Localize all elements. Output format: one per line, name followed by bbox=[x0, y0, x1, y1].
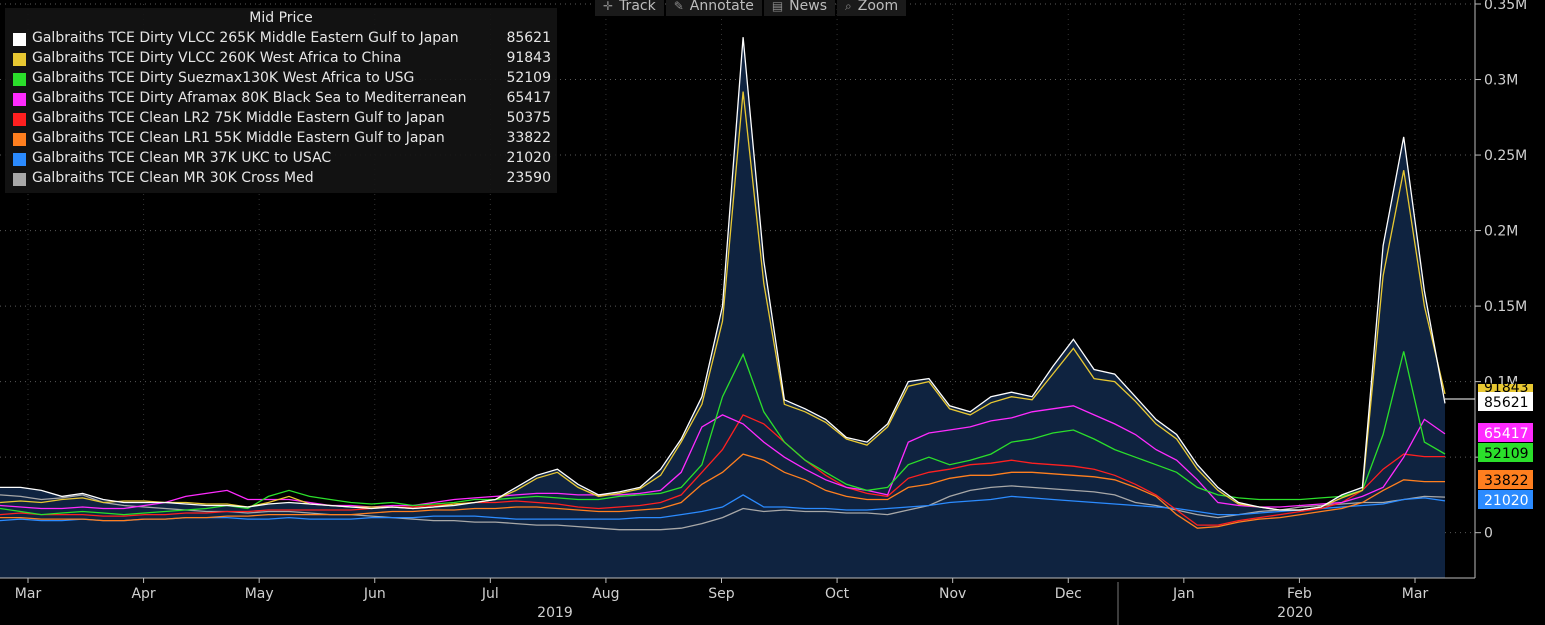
legend-series-name: Galbraiths TCE Dirty VLCC 265K Middle Ea… bbox=[32, 30, 459, 46]
legend-swatch bbox=[13, 93, 26, 106]
legend-swatch bbox=[13, 73, 26, 86]
legend-series-value: 50375 bbox=[506, 110, 551, 126]
x-tick-label-2: May bbox=[245, 586, 274, 602]
legend-series-value: 85621 bbox=[506, 30, 551, 46]
legend-item[interactable]: Galbraiths TCE Dirty VLCC 265K Middle Ea… bbox=[13, 30, 551, 50]
legend-series-value: 33822 bbox=[506, 130, 551, 146]
legend-series-name: Galbraiths TCE Clean LR2 75K Middle East… bbox=[32, 110, 445, 126]
legend-swatch bbox=[13, 113, 26, 126]
x-tick-label-1: Apr bbox=[131, 586, 155, 602]
chart-legend: Mid Price Galbraiths TCE Dirty VLCC 265K… bbox=[5, 8, 557, 193]
legend-series-value: 23590 bbox=[506, 170, 551, 186]
news-button[interactable]: ▤ News bbox=[763, 0, 836, 16]
year-label-0: 2019 bbox=[537, 605, 573, 621]
news-icon: ▤ bbox=[771, 0, 784, 13]
end-label-2: 65417 bbox=[1484, 426, 1529, 442]
legend-series-name: Galbraiths TCE Clean MR 30K Cross Med bbox=[32, 170, 314, 186]
x-tick-label-0: Mar bbox=[15, 586, 42, 602]
end-label-1: 85621 bbox=[1484, 395, 1529, 411]
x-tick-label-11: Feb bbox=[1287, 586, 1312, 602]
crosshair-icon: ✛ bbox=[603, 0, 614, 13]
x-tick-label-10: Jan bbox=[1172, 586, 1195, 602]
x-tick-label-4: Jul bbox=[481, 586, 499, 602]
x-tick-label-6: Sep bbox=[708, 586, 735, 602]
magnifier-icon: ⌕ bbox=[845, 0, 852, 13]
y-tick-label-3: 0.15M bbox=[1484, 299, 1527, 315]
year-label-1: 2020 bbox=[1277, 605, 1313, 621]
legend-series-name: Galbraiths TCE Dirty VLCC 260K West Afri… bbox=[32, 50, 402, 66]
track-button[interactable]: ✛ Track bbox=[595, 0, 664, 16]
y-tick-label-7: 0.35M bbox=[1484, 0, 1527, 13]
x-tick-label-9: Dec bbox=[1055, 586, 1082, 602]
x-tick-label-12: Mar bbox=[1402, 586, 1429, 602]
legend-item[interactable]: Galbraiths TCE Clean MR 30K Cross Med 235… bbox=[13, 170, 551, 190]
legend-title: Mid Price bbox=[249, 10, 313, 26]
legend-item[interactable]: Galbraiths TCE Clean MR 37K UKC to USAC 2… bbox=[13, 150, 551, 170]
legend-item[interactable]: Galbraiths TCE Dirty VLCC 260K West Afri… bbox=[13, 50, 551, 70]
end-label-3: 52109 bbox=[1484, 446, 1529, 462]
legend-series-value: 65417 bbox=[506, 90, 551, 106]
news-label: News bbox=[789, 0, 828, 14]
x-tick-label-7: Oct bbox=[825, 586, 850, 602]
legend-series-name: Galbraiths TCE Dirty Suezmax130K West Af… bbox=[32, 70, 415, 86]
end-label-4: 33822 bbox=[1484, 473, 1529, 489]
legend-series-value: 91843 bbox=[506, 50, 551, 66]
legend-item[interactable]: Galbraiths TCE Dirty Aframax 80K Black S… bbox=[13, 90, 551, 110]
y-tick-label-5: 0.25M bbox=[1484, 148, 1527, 164]
x-tick-label-5: Aug bbox=[592, 586, 619, 602]
legend-series-value: 21020 bbox=[506, 150, 551, 166]
track-label: Track bbox=[619, 0, 656, 14]
legend-series-name: Galbraiths TCE Clean LR1 55K Middle East… bbox=[32, 130, 445, 146]
legend-series-value: 52109 bbox=[506, 70, 551, 86]
legend-swatch bbox=[13, 53, 26, 66]
legend-swatch bbox=[13, 173, 26, 186]
zoom-button[interactable]: ⌕ Zoom bbox=[837, 0, 907, 16]
y-tick-label-6: 0.3M bbox=[1484, 73, 1518, 89]
legend-swatch bbox=[13, 153, 26, 166]
annotate-button[interactable]: ✎ Annotate bbox=[665, 0, 762, 16]
end-label-5: 21020 bbox=[1484, 493, 1529, 509]
legend-item[interactable]: Galbraiths TCE Clean LR2 75K Middle East… bbox=[13, 110, 551, 130]
legend-series-name: Galbraiths TCE Dirty Aframax 80K Black S… bbox=[32, 90, 467, 106]
y-tick-label-4: 0.2M bbox=[1484, 224, 1518, 240]
y-tick-label-0: 0 bbox=[1484, 526, 1493, 542]
legend-swatch bbox=[13, 133, 26, 146]
legend-series-name: Galbraiths TCE Clean MR 37K UKC to USAC bbox=[32, 150, 332, 166]
pencil-icon: ✎ bbox=[673, 0, 684, 13]
chart-toolbar: ✛ Track ✎ Annotate ▤ News ⌕ Zoom bbox=[595, 0, 907, 18]
legend-item[interactable]: Galbraiths TCE Dirty Suezmax130K West Af… bbox=[13, 70, 551, 90]
annotate-label: Annotate bbox=[689, 0, 754, 14]
x-tick-label-3: Jun bbox=[363, 586, 386, 602]
x-tick-label-8: Nov bbox=[939, 586, 966, 602]
legend-item[interactable]: Galbraiths TCE Clean LR1 55K Middle East… bbox=[13, 130, 551, 150]
legend-swatch bbox=[13, 33, 26, 46]
zoom-label: Zoom bbox=[857, 0, 899, 14]
